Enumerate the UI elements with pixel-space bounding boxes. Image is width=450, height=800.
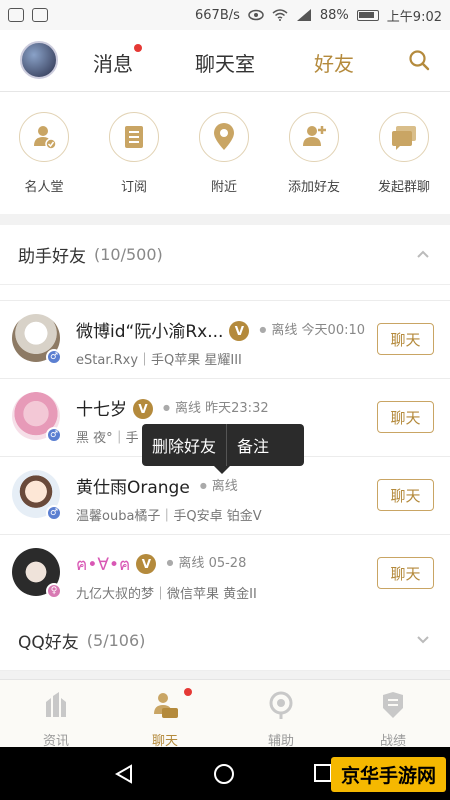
chat-button[interactable]: 聊天 [377,557,434,589]
friend-detail: 温馨ouba橘子｜手Q安卓 铂金V [76,509,262,524]
watermark: 京华手游网 [330,757,446,792]
friend-name: 十七岁 [76,400,127,420]
messages-badge [134,44,142,52]
helper-friends-title: 助手好友 [18,247,86,267]
tab-record[interactable]: 战绩 [358,686,428,749]
news-icon [46,692,66,717]
chat-icon [154,693,178,718]
group-chat-label: 发起群聊 [377,180,430,195]
tab-news[interactable]: 资讯 [21,686,91,749]
quick-actions: 名人堂 订阅 附近 添加好友 发起群聊 [0,92,450,214]
status-bar: 667B/s 88% 上午9:02 [0,0,450,30]
context-menu: 删除好友 备注 [142,424,304,474]
hall-of-fame-button[interactable]: 名人堂 [9,112,79,195]
add-friend-label: 添加好友 [287,180,340,195]
back-icon[interactable] [113,763,135,785]
status-right: 667B/s 88% 上午9:02 [195,6,442,25]
online-status: 离线 [200,479,238,494]
female-icon: ♀ [46,583,62,599]
tab-chatroom[interactable]: 聊天室 [195,48,255,77]
list-item[interactable]: ♀ ฅ•∀•ฅV 离线 05-28 九亿大叔的梦｜微信苹果 黄金II 聊天 [0,535,450,611]
add-friend-icon [303,126,326,146]
male-icon: ♂ [46,505,62,521]
vip-badge: V [229,321,250,341]
top-nav: 消息 聊天室 好友 [0,30,450,92]
record-icon [383,692,403,718]
chevron-up-icon[interactable] [416,247,430,261]
qq-friends-title: QQ好友 [18,633,79,653]
hall-of-fame-icon [34,126,57,150]
friend-detail: eStar.Rxy｜手Q苹果 星耀III [76,353,242,368]
friend-name: 微博id“阮小渝Rx... [76,322,224,342]
signal-icon [296,9,311,21]
helper-friends-count: (10/500) [94,245,163,264]
subscribe-label: 订阅 [120,180,147,195]
clock: 上午9:02 [386,9,442,25]
nearby-label: 附近 [210,180,237,195]
chat-badge [184,688,192,696]
tab-assist[interactable]: 辅助 [246,686,316,749]
tab-messages[interactable]: 消息 [93,48,133,77]
online-status: 离线 昨天23:32 [163,401,269,416]
network-speed: 667B/s [195,7,240,23]
chat-button[interactable]: 聊天 [377,479,434,511]
qq-friends-header[interactable]: QQ好友 (5/106) [0,611,450,671]
chat-button[interactable]: 聊天 [377,401,434,433]
bottom-tab-bar: 资讯 聊天 辅助 战绩 [0,679,450,749]
vip-badge: V [136,554,157,574]
list-item[interactable]: ♂ 微博id“阮小渝Rx...V 离线 今天00:10 eStar.Rxy｜手Q苹… [0,301,450,379]
chevron-down-icon[interactable] [416,633,430,647]
wifi-icon [272,9,288,21]
friend-name: 黄仕雨Orange [76,478,190,498]
my-avatar[interactable] [20,41,58,79]
subscribe-button[interactable]: 订阅 [99,112,169,195]
system-nav-bar: 京华手游网 [0,747,450,800]
group-chat-icon [392,126,416,150]
battery-percent: 88% [319,7,349,23]
chat-button[interactable]: 聊天 [377,323,434,355]
assist-icon [269,691,293,719]
add-friend-button[interactable]: 添加好友 [279,112,349,195]
male-icon: ♂ [46,349,62,365]
friend-detail: 黑 夜°｜手 [76,431,139,446]
friend-name: ฅ•∀•ฅ [76,555,131,575]
remark-button[interactable]: 备注 [227,433,279,457]
eye-icon [248,9,264,21]
status-left-icons [8,8,48,22]
friend-detail: 九亿大叔的梦｜微信苹果 黄金II [76,587,257,602]
online-status: 离线 05-28 [166,556,246,571]
location-pin-icon [214,123,234,150]
battery-icon [356,9,379,21]
image-notification-icon [8,8,24,22]
app-notification-icon [32,8,48,22]
helper-friends-header[interactable]: 助手好友 (10/500) [0,225,450,285]
list-item[interactable] [0,285,450,301]
search-icon[interactable] [408,49,430,71]
group-chat-button[interactable]: 发起群聊 [369,112,439,195]
delete-friend-button[interactable]: 删除好友 [142,433,226,457]
hall-of-fame-label: 名人堂 [24,180,64,195]
vip-badge: V [133,399,153,419]
male-icon: ♂ [46,427,62,443]
home-icon[interactable] [213,763,235,785]
tab-friends[interactable]: 好友 [314,48,354,77]
qq-friends-count: (5/106) [86,631,146,650]
nearby-button[interactable]: 附近 [189,112,259,195]
subscribe-icon [125,126,143,148]
online-status: 离线 今天00:10 [259,323,365,338]
